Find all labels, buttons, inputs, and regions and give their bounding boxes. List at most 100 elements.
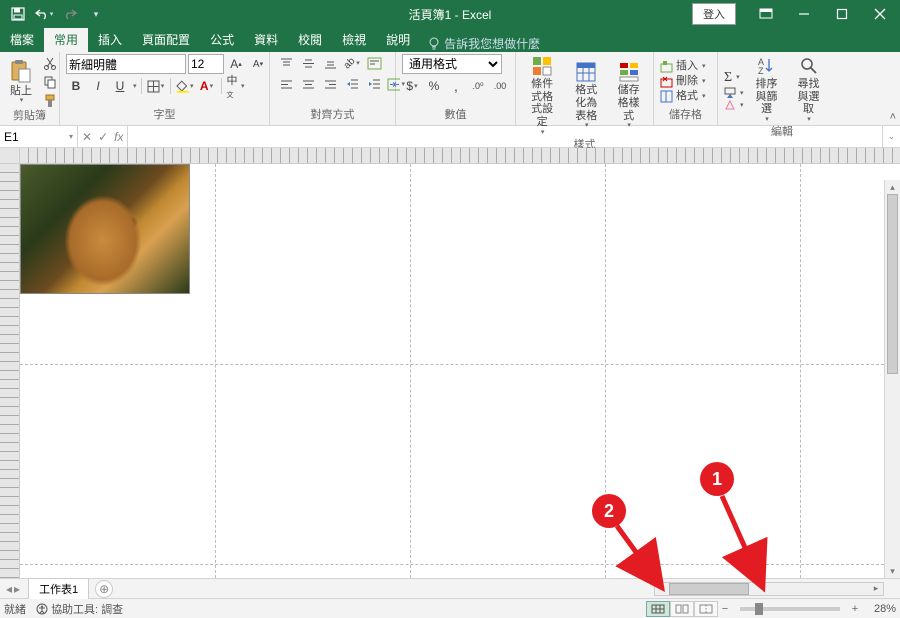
tab-file[interactable]: 檔案 xyxy=(0,27,44,52)
underline-button[interactable]: U xyxy=(110,77,130,95)
tab-data[interactable]: 資料 xyxy=(244,27,288,52)
decrease-decimal-button[interactable]: .00 xyxy=(490,77,510,95)
borders-button[interactable]: ▾ xyxy=(146,77,166,95)
status-ready: 就緒 xyxy=(4,601,26,617)
tab-home[interactable]: 常用 xyxy=(44,27,88,52)
orientation-button[interactable]: ab▾ xyxy=(342,54,362,72)
align-left-button[interactable] xyxy=(276,75,296,93)
tab-help[interactable]: 說明 xyxy=(376,27,420,52)
align-bottom-button[interactable] xyxy=(320,54,340,72)
increase-font-button[interactable]: A▴ xyxy=(226,55,246,73)
sheet-tab-1[interactable]: 工作表1 xyxy=(28,578,89,599)
clear-icon xyxy=(724,99,736,111)
status-accessibility[interactable]: 協助工具: 調查 xyxy=(36,601,123,617)
tab-formulas[interactable]: 公式 xyxy=(200,27,244,52)
comma-format-button[interactable]: , xyxy=(446,77,466,95)
format-cells-icon xyxy=(660,90,673,103)
italic-button[interactable]: I xyxy=(88,77,108,95)
align-center-button[interactable] xyxy=(298,75,318,93)
sort-filter-button[interactable]: AZ 排序與篩選▾ xyxy=(748,54,786,126)
clear-button[interactable]: ▾ xyxy=(724,99,744,111)
conditional-formatting-button[interactable]: 條件式格式設定▾ xyxy=(522,54,562,139)
increase-indent-button[interactable] xyxy=(364,75,384,93)
accounting-format-button[interactable]: $▾ xyxy=(402,77,422,95)
zoom-percent[interactable]: 28% xyxy=(862,603,896,615)
view-pagebreak-button[interactable] xyxy=(694,601,718,617)
cell-styles-button[interactable]: 儲存格樣式▾ xyxy=(610,60,647,132)
save-icon[interactable] xyxy=(6,3,30,25)
tab-view[interactable]: 檢視 xyxy=(332,27,376,52)
zoom-in-button[interactable]: + xyxy=(848,603,862,615)
horizontal-scrollbar[interactable]: ◂ ▸ xyxy=(654,582,884,596)
tab-review[interactable]: 校閱 xyxy=(288,27,332,52)
expand-formulabar-button[interactable]: ⌄ xyxy=(882,126,900,147)
signin-button[interactable]: 登入 xyxy=(692,3,736,25)
decrease-font-button[interactable]: A▾ xyxy=(248,55,268,73)
ruler-corner xyxy=(0,148,20,163)
percent-format-button[interactable]: % xyxy=(424,77,444,95)
tab-pagelayout[interactable]: 頁面配置 xyxy=(132,27,200,52)
increase-decimal-button[interactable]: .0⁰ xyxy=(468,77,488,95)
worksheet-grid[interactable] xyxy=(20,164,900,578)
tell-me-search[interactable]: 告訴我您想做什麼 xyxy=(420,35,548,52)
accessibility-icon xyxy=(36,603,48,615)
format-cells-button[interactable]: 格式 ▾ xyxy=(660,89,706,104)
inserted-image[interactable] xyxy=(20,164,190,294)
insert-cells-icon xyxy=(660,60,673,73)
insert-function-button[interactable]: fx xyxy=(114,130,123,144)
copy-button[interactable] xyxy=(40,73,60,91)
tab-insert[interactable]: 插入 xyxy=(88,27,132,52)
conditional-formatting-icon xyxy=(532,56,552,76)
vertical-ruler xyxy=(0,164,20,578)
group-number-label: 數值 xyxy=(402,109,509,123)
vertical-scrollbar[interactable]: ▴ ▾ xyxy=(884,180,900,578)
cut-icon xyxy=(43,56,57,70)
undo-icon[interactable]: ▾ xyxy=(32,3,56,25)
zoom-out-button[interactable]: − xyxy=(718,603,732,615)
minimize-button[interactable] xyxy=(786,2,822,26)
name-box[interactable]: E1▾ xyxy=(0,126,78,147)
fill-color-icon xyxy=(176,79,189,93)
number-format-select[interactable]: 通用格式 xyxy=(402,54,502,74)
collapse-ribbon-button[interactable]: ˄ xyxy=(890,111,896,123)
phonetic-button[interactable]: 中文▾ xyxy=(226,77,246,95)
qat-customize-icon[interactable]: ▾ xyxy=(84,3,108,25)
close-button[interactable] xyxy=(862,2,898,26)
align-right-button[interactable] xyxy=(320,75,340,93)
align-top-button[interactable] xyxy=(276,54,296,72)
svg-text:Z: Z xyxy=(758,66,764,76)
insert-cells-button[interactable]: 插入 ▾ xyxy=(660,59,706,74)
find-select-button[interactable]: 尋找與選取▾ xyxy=(790,54,828,126)
view-pagelayout-button[interactable] xyxy=(670,601,694,617)
cut-button[interactable] xyxy=(40,54,60,72)
zoom-slider[interactable] xyxy=(740,607,840,611)
fill-color-button[interactable]: ▾ xyxy=(175,77,195,95)
wrap-text-button[interactable] xyxy=(364,54,384,72)
format-painter-button[interactable] xyxy=(40,92,60,110)
group-cells-label: 儲存格 xyxy=(660,109,711,123)
format-table-icon xyxy=(576,62,596,82)
delete-cells-button[interactable]: 刪除 ▾ xyxy=(660,74,706,89)
fill-button[interactable]: ▾ xyxy=(724,87,744,99)
decrease-indent-button[interactable] xyxy=(342,75,362,93)
group-alignment-label: 對齊方式 xyxy=(276,109,389,123)
delete-cells-icon xyxy=(660,75,673,88)
bold-button[interactable]: B xyxy=(66,77,86,95)
maximize-button[interactable] xyxy=(824,2,860,26)
view-normal-button[interactable] xyxy=(646,601,670,617)
group-font-label: 字型 xyxy=(66,109,263,123)
align-middle-button[interactable] xyxy=(298,54,318,72)
enter-formula-button[interactable]: ✓ xyxy=(98,130,108,144)
font-name-select[interactable] xyxy=(66,54,186,74)
autosum-button[interactable]: Σ ▾ xyxy=(724,69,744,88)
cancel-formula-button[interactable]: ✕ xyxy=(82,130,92,144)
group-editing-label: 編輯 xyxy=(724,126,840,140)
redo-icon[interactable] xyxy=(58,3,82,25)
font-size-select[interactable] xyxy=(188,54,224,74)
ribbon-display-options-icon[interactable] xyxy=(748,2,784,26)
add-sheet-button[interactable]: ⊕ xyxy=(95,580,113,598)
sheet-nav[interactable]: ◂▸ xyxy=(0,582,26,596)
font-color-button[interactable]: A▾ xyxy=(197,77,217,95)
paste-button[interactable]: 貼上▾ xyxy=(6,57,36,108)
format-as-table-button[interactable]: 格式化為表格▾ xyxy=(566,60,606,132)
